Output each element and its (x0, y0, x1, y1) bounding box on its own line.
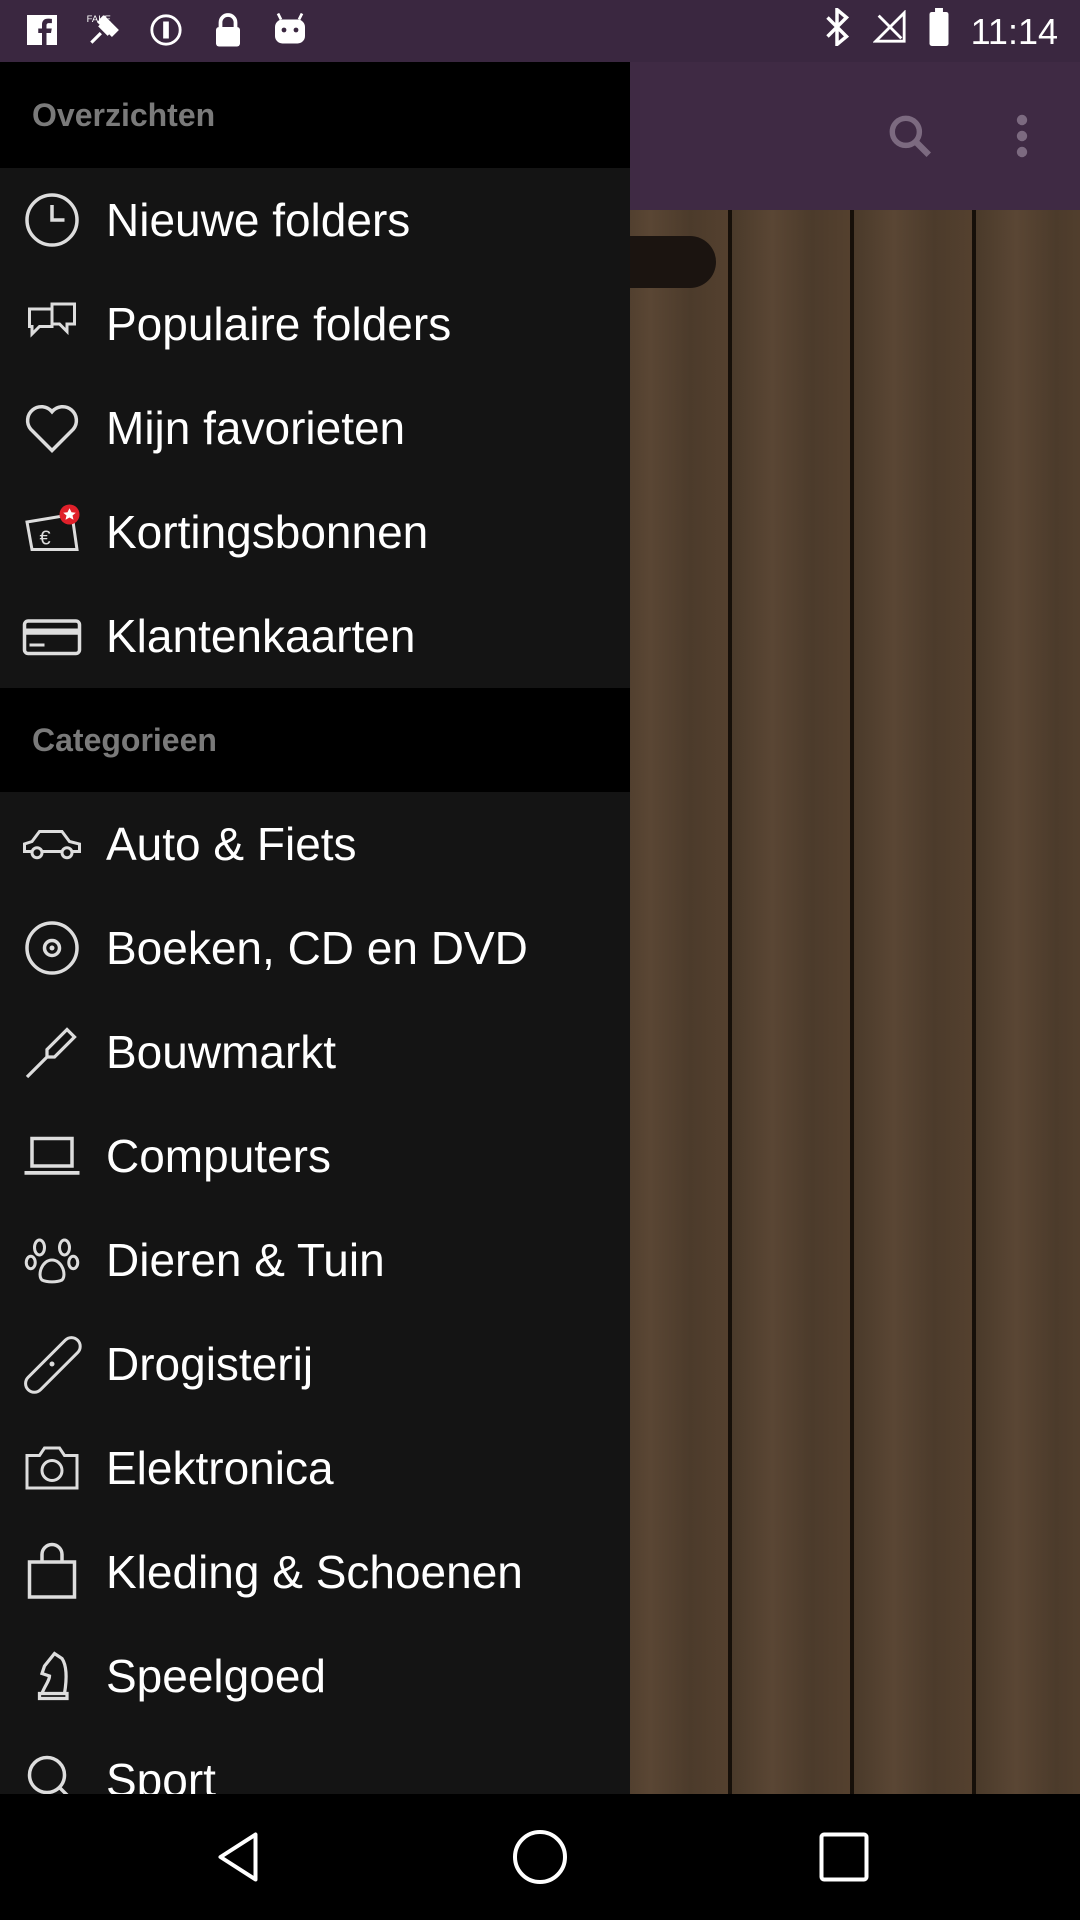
drawer-item-label: Nieuwe folders (106, 194, 411, 246)
camera-icon (20, 1436, 84, 1500)
drawer-item-label: Populaire folders (106, 298, 452, 350)
chess-knight-icon (20, 1644, 84, 1708)
drawer-item-label: Kortingsbonnen (106, 506, 429, 558)
no-signal-icon (871, 9, 907, 53)
drawer-item-computers[interactable]: Computers (0, 1104, 630, 1208)
facebook-icon (22, 10, 62, 50)
search-icon[interactable] (880, 106, 940, 166)
status-bar: FAKE 11:14 (0, 0, 1080, 62)
drawer-item-speelgoed[interactable]: Speelgoed (0, 1624, 630, 1728)
svg-text:FAKE: FAKE (87, 14, 111, 25)
drawer-item-nieuwe-folders[interactable]: Nieuwe folders (0, 168, 630, 272)
lock-icon (208, 10, 248, 50)
paw-icon (20, 1228, 84, 1292)
drawer-item-sport[interactable]: Sport (0, 1728, 630, 1794)
drawer-item-kleding-schoenen[interactable]: Kleding & Schoenen (0, 1520, 630, 1624)
screwdriver-icon (20, 1020, 84, 1084)
drawer-item-label: Mijn favorieten (106, 402, 406, 454)
back-icon[interactable] (208, 1827, 268, 1887)
drawer-item-label: Elektronica (106, 1442, 334, 1494)
drawer-item-label: Computers (106, 1130, 331, 1182)
navigation-drawer: Overzichten Nieuwe folders Populaire fol… (0, 62, 630, 1794)
fake-gps-icon: FAKE (84, 10, 124, 50)
drawer-item-boeken-cd-dvd[interactable]: Boeken, CD en DVD (0, 896, 630, 1000)
system-navigation-bar (0, 1794, 1080, 1920)
shopping-bag-icon (20, 1540, 84, 1604)
car-icon (20, 812, 84, 876)
drawer-item-bouwmarkt[interactable]: Bouwmarkt (0, 1000, 630, 1104)
drawer-item-label: Auto & Fiets (106, 818, 357, 870)
drawer-item-label: Speelgoed (106, 1650, 326, 1702)
android-icon (270, 10, 310, 50)
drawer-item-auto-fiets[interactable]: Auto & Fiets (0, 792, 630, 896)
heart-icon (20, 396, 84, 460)
drawer-item-dieren-tuin[interactable]: Dieren & Tuin (0, 1208, 630, 1312)
drawer-item-label: Sport (106, 1754, 216, 1794)
drawer-item-label: Boeken, CD en DVD (106, 922, 528, 974)
card-icon (20, 604, 84, 668)
drawer-item-drogisterij[interactable]: Drogisterij (0, 1312, 630, 1416)
clock-icon (20, 188, 84, 252)
coupon-icon: € (20, 500, 84, 564)
svg-text:€: € (40, 528, 51, 550)
sport-icon (20, 1748, 84, 1794)
drawer-item-label: Dieren & Tuin (106, 1234, 385, 1286)
drawer-item-label: Drogisterij (106, 1338, 314, 1390)
drawer-item-elektronica[interactable]: Elektronica (0, 1416, 630, 1520)
laptop-icon (20, 1124, 84, 1188)
battery-icon (929, 8, 949, 55)
section-header-categorieen: Categorieen (0, 688, 630, 792)
drawer-item-klantenkaarten[interactable]: Klantenkaarten (0, 584, 630, 688)
drawer-item-populaire-folders[interactable]: Populaire folders (0, 272, 630, 376)
clock-time: 11:14 (970, 10, 1058, 52)
home-icon[interactable] (510, 1827, 570, 1887)
drawer-item-label: Klantenkaarten (106, 610, 416, 662)
drawer-item-mijn-favorieten[interactable]: Mijn favorieten (0, 376, 630, 480)
section-header-overzichten: Overzichten (0, 62, 630, 168)
drawer-item-label: Kleding & Schoenen (106, 1546, 523, 1598)
alert-circle-icon (146, 10, 186, 50)
more-vert-icon[interactable] (992, 106, 1052, 166)
recents-icon[interactable] (814, 1827, 874, 1887)
drawer-item-kortingsbonnen[interactable]: € Kortingsbonnen (0, 480, 630, 584)
disc-icon (20, 916, 84, 980)
drawer-item-label: Bouwmarkt (106, 1026, 337, 1078)
bluetooth-icon (823, 5, 851, 55)
popular-icon (20, 292, 84, 356)
bandage-icon (20, 1332, 84, 1396)
